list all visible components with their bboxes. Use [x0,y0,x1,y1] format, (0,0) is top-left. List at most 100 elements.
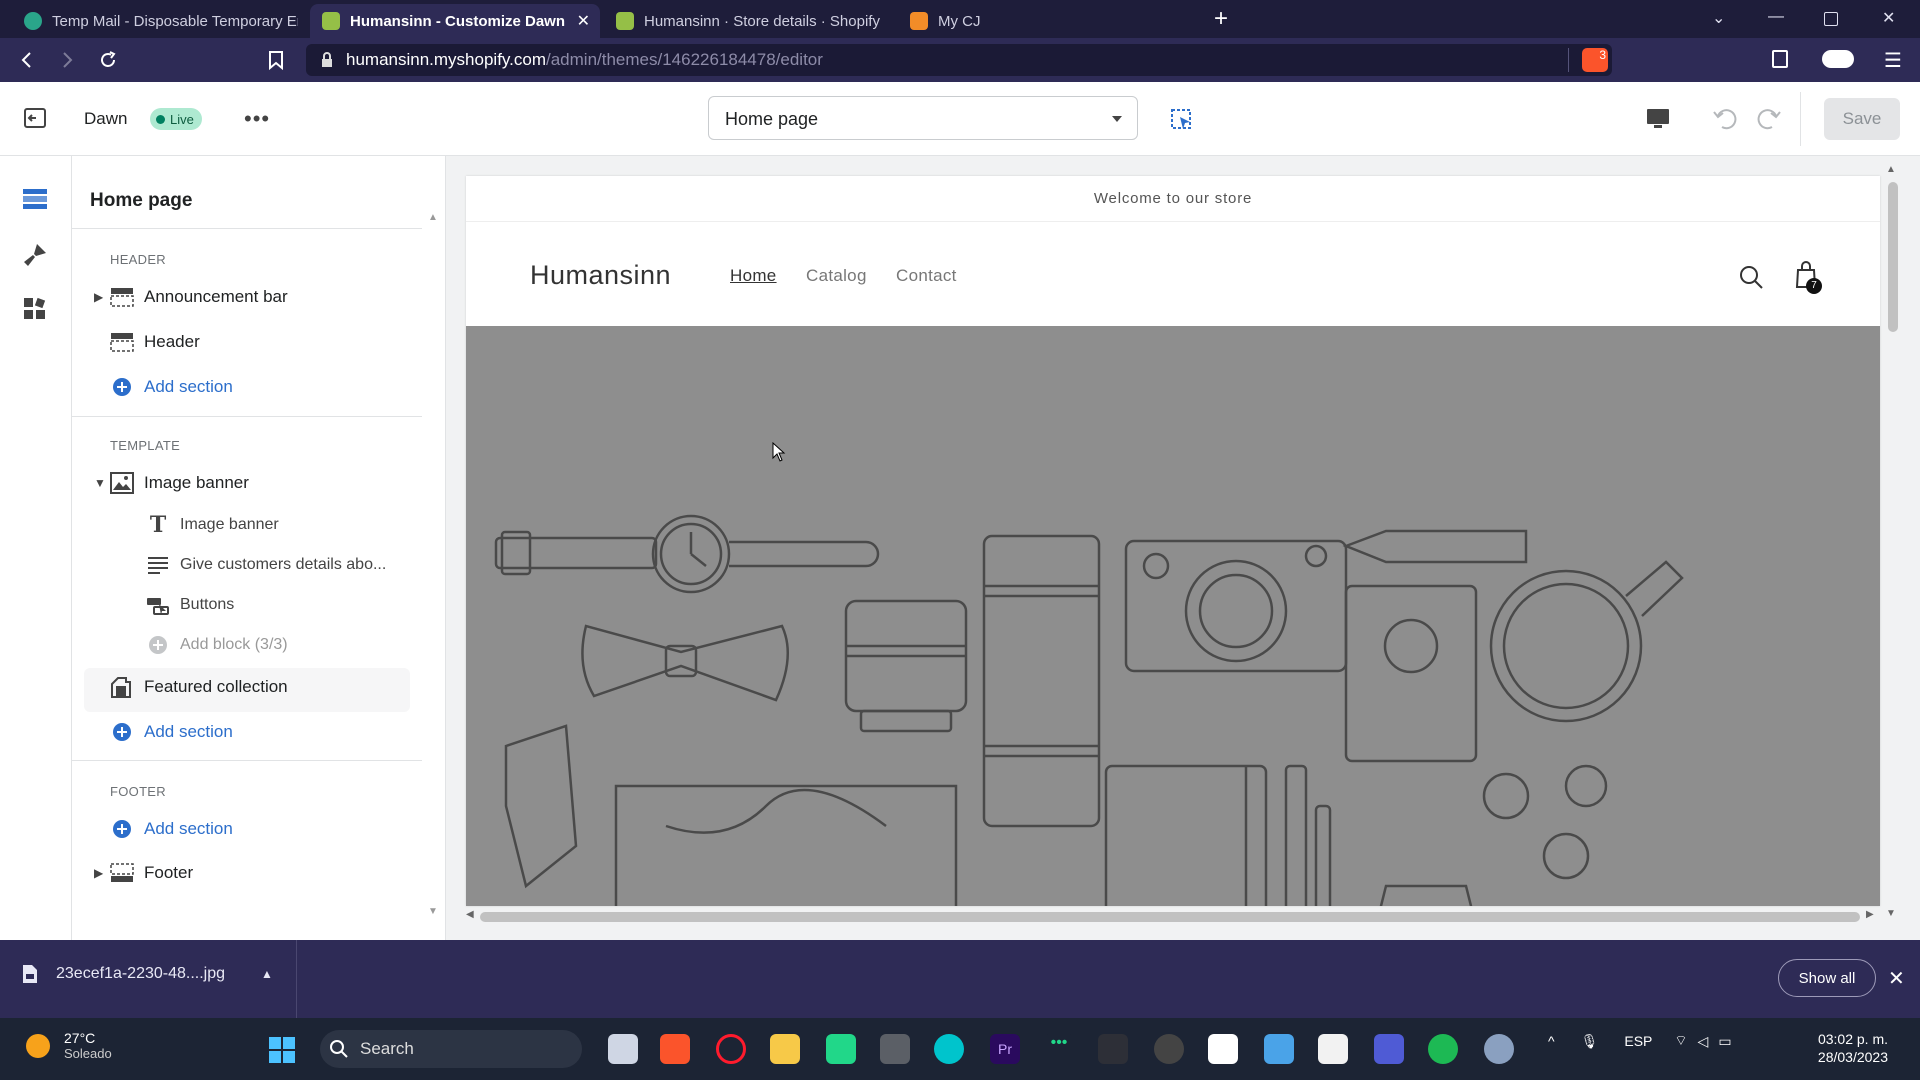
scroll-down-arrow-icon[interactable]: ▼ [428,906,438,917]
show-all-button[interactable]: Show all [1778,959,1876,997]
davinci-resolve-icon[interactable] [1098,1034,1128,1064]
spotify-icon[interactable] [1428,1034,1458,1064]
image-banner[interactable] [466,326,1880,906]
download-item[interactable]: 23ecef1a-2230-48....jpg ▲ [22,964,273,984]
scroll-thumb[interactable] [1888,182,1898,332]
collapse-caret-icon[interactable]: ▼ [94,476,106,490]
lock-icon [322,52,332,67]
weather-widget[interactable]: 27°C Soleado [26,1030,112,1061]
scroll-left-arrow-icon[interactable]: ◀ [466,909,474,920]
settings-gear-icon[interactable] [1484,1034,1514,1064]
tab-store-details[interactable]: Humansinn · Store details · Shopify [604,4,900,38]
windows-start-icon[interactable] [268,1036,296,1064]
app-icon[interactable] [1374,1034,1404,1064]
desktop-preview-icon[interactable] [1646,108,1670,130]
mail-icon[interactable] [1264,1034,1294,1064]
close-downloads-icon[interactable]: ✕ [1888,966,1905,991]
reload-icon[interactable] [98,50,118,70]
section-label: Image banner [144,473,249,492]
app-embeds-icon[interactable] [22,296,48,322]
scroll-down-arrow-icon[interactable]: ▼ [1886,908,1896,919]
tab-customize-dawn[interactable]: Humansinn - Customize Dawn · Sl ✕ [310,4,600,38]
clock[interactable]: 03:02 p. m. 28/03/2023 [1788,1030,1888,1066]
expand-caret-icon[interactable]: ▶ [94,866,103,880]
minimize-button[interactable]: — [1768,8,1784,26]
redo-icon[interactable] [1756,106,1782,130]
section-announcement-bar[interactable]: Announcement bar [110,286,288,308]
chevron-down-icon [1112,116,1122,122]
capcut-icon[interactable] [1208,1034,1238,1064]
back-icon[interactable] [18,51,36,69]
brave-browser-icon[interactable] [660,1034,690,1064]
scroll-up-arrow-icon[interactable]: ▲ [428,212,438,223]
announcement-bar[interactable]: Welcome to our store [466,176,1880,222]
add-circle-icon [113,378,131,396]
tab-my-cj[interactable]: My CJ [898,4,1198,38]
nav-link-home[interactable]: Home [730,266,777,286]
preview-vertical-scrollbar[interactable]: ▲ ▼ [1880,164,1920,919]
tab-search-chevron-icon[interactable]: ⌄ [1712,8,1725,28]
maximize-button[interactable] [1824,12,1838,26]
sections-icon[interactable] [22,188,48,210]
undo-icon[interactable] [1712,106,1738,130]
sidebar-toggle-icon[interactable] [1772,50,1788,68]
store-logo[interactable]: Humansinn [530,260,671,291]
section-footer[interactable]: Footer [110,862,193,884]
scroll-right-arrow-icon[interactable]: ▶ [1866,909,1874,920]
block-image-banner-heading[interactable]: T Image banner [146,514,279,536]
file-explorer-icon[interactable] [770,1034,800,1064]
add-section-template[interactable]: Add section [110,721,233,743]
store-header[interactable]: Humansinn Home Catalog Contact 7 [466,222,1880,326]
expand-caret-icon[interactable]: ▶ [94,290,103,304]
bookmark-icon[interactable] [268,50,284,70]
editor-topbar: Dawn Live ••• Home page Save [0,82,1920,156]
save-button[interactable]: Save [1824,98,1900,140]
canva-icon[interactable] [934,1034,964,1064]
search-icon[interactable] [1738,264,1764,290]
storefront-preview[interactable]: Welcome to our store Humansinn Home Cata… [466,176,1880,906]
app-icon[interactable] [880,1034,910,1064]
taskbar-search[interactable]: Search [320,1030,582,1068]
temperature: 27°C [64,1030,96,1046]
chevron-up-icon[interactable]: ^ [1548,1033,1555,1049]
add-section-footer[interactable]: Add section [110,818,233,840]
preview-horizontal-scrollbar[interactable]: ◀ ▶ [466,906,1880,926]
microsoft-store-icon[interactable] [1318,1034,1348,1064]
premiere-pro-icon[interactable]: Pr [990,1034,1020,1064]
nav-link-contact[interactable]: Contact [896,266,957,286]
system-tray[interactable]: ^ 🎙 ESP ⌔ ◁ ▭ [1548,1032,1732,1050]
opera-icon[interactable] [716,1034,746,1064]
exit-editor-icon[interactable] [24,108,46,128]
section-header[interactable]: Header [110,331,200,353]
app-icon[interactable]: ••• [1044,1034,1074,1064]
forward-icon[interactable] [58,51,76,69]
close-tab-icon[interactable]: ✕ [577,11,590,31]
page-selector[interactable]: Home page [708,96,1138,140]
address-bar[interactable]: humansinn.myshopify.com/admin/themes/146… [306,44,1612,76]
sidebar-scrollbar[interactable]: ▲ ▼ [426,212,438,917]
more-actions-icon[interactable]: ••• [244,106,270,132]
battery-icon: ▭ [1718,1032,1732,1049]
tab-temp-mail[interactable]: Temp Mail - Disposable Temporary Em [12,4,308,38]
brave-shields-icon[interactable]: 3 [1582,48,1608,72]
scroll-up-arrow-icon[interactable]: ▲ [1886,164,1896,175]
close-window-button[interactable]: ✕ [1882,8,1895,28]
task-view-icon[interactable] [608,1034,638,1064]
inspector-icon[interactable] [1170,108,1194,132]
block-buttons[interactable]: Buttons [146,594,234,616]
add-section-header[interactable]: Add section [110,376,233,398]
section-featured-collection[interactable]: Featured collection [110,676,288,698]
input-language[interactable]: ESP [1624,1033,1652,1049]
app-icon[interactable] [1154,1034,1184,1064]
chevron-up-icon[interactable]: ▲ [261,967,273,981]
nav-link-catalog[interactable]: Catalog [806,266,867,286]
new-tab-button[interactable]: + [1214,6,1228,32]
menu-icon[interactable]: ☰ [1884,48,1902,73]
wallet-icon[interactable] [1822,50,1854,68]
add-block-button[interactable]: Add block (3/3) [146,634,288,656]
scroll-thumb[interactable] [480,912,1860,922]
theme-settings-brush-icon[interactable] [22,242,48,268]
section-image-banner[interactable]: Image banner [110,472,249,494]
block-give-customers-details[interactable]: Give customers details abo... [146,554,386,576]
camtasia-icon[interactable] [826,1034,856,1064]
